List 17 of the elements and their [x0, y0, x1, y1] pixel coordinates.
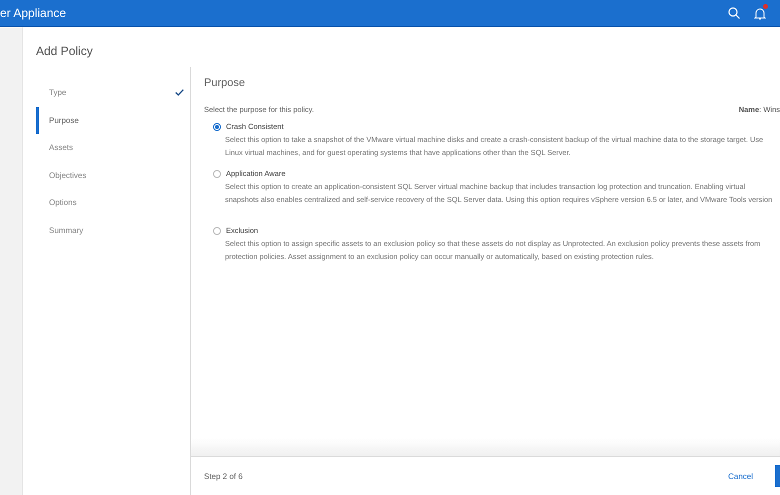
radio-button[interactable]: [213, 170, 221, 178]
wizard-step[interactable]: Type: [36, 79, 190, 106]
cancel-button[interactable]: Cancel: [728, 472, 753, 480]
radio-button[interactable]: [213, 226, 221, 234]
checkmark-icon: [175, 89, 184, 96]
wizard-step[interactable]: Purpose: [36, 106, 190, 134]
step-counter: Step 2 of 6: [204, 472, 243, 480]
radio-button[interactable]: [213, 122, 221, 130]
notification-bell-icon[interactable]: [754, 6, 766, 20]
search-icon[interactable]: [728, 7, 740, 19]
dialog-title: Add Policy: [35, 43, 93, 60]
wizard-step[interactable]: Summary: [36, 216, 190, 244]
wizard-step[interactable]: Options: [36, 189, 190, 216]
wizard-step[interactable]: Assets: [36, 134, 190, 162]
wizard-step[interactable]: Objectives: [36, 162, 190, 189]
app-title: er Appliance: [0, 6, 68, 20]
panel-title: Purpose: [204, 77, 246, 89]
